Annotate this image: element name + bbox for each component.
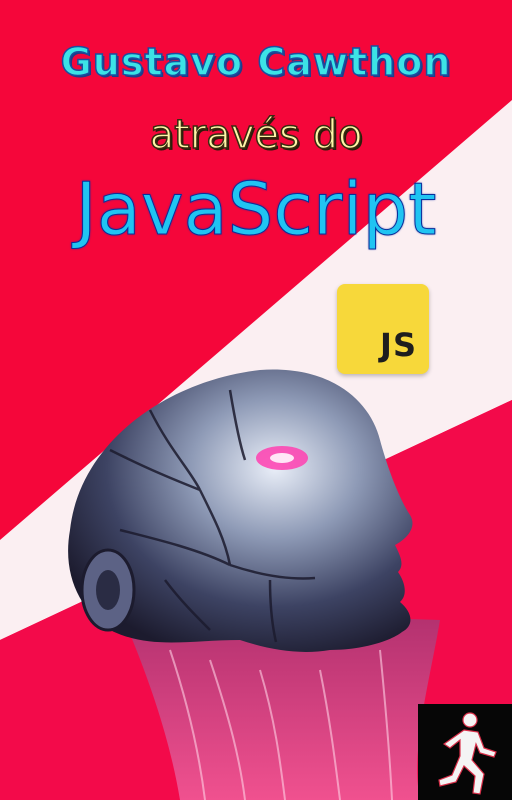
- subtitle: através do: [149, 111, 363, 159]
- running-figure-icon: [438, 712, 497, 795]
- author-name: Gustavo Cawthon: [60, 39, 452, 85]
- book-title: JavaScript: [75, 167, 437, 252]
- book-cover: Gustavo Cawthon através do JavaScript JS: [0, 0, 512, 800]
- publisher-logo: [418, 704, 512, 800]
